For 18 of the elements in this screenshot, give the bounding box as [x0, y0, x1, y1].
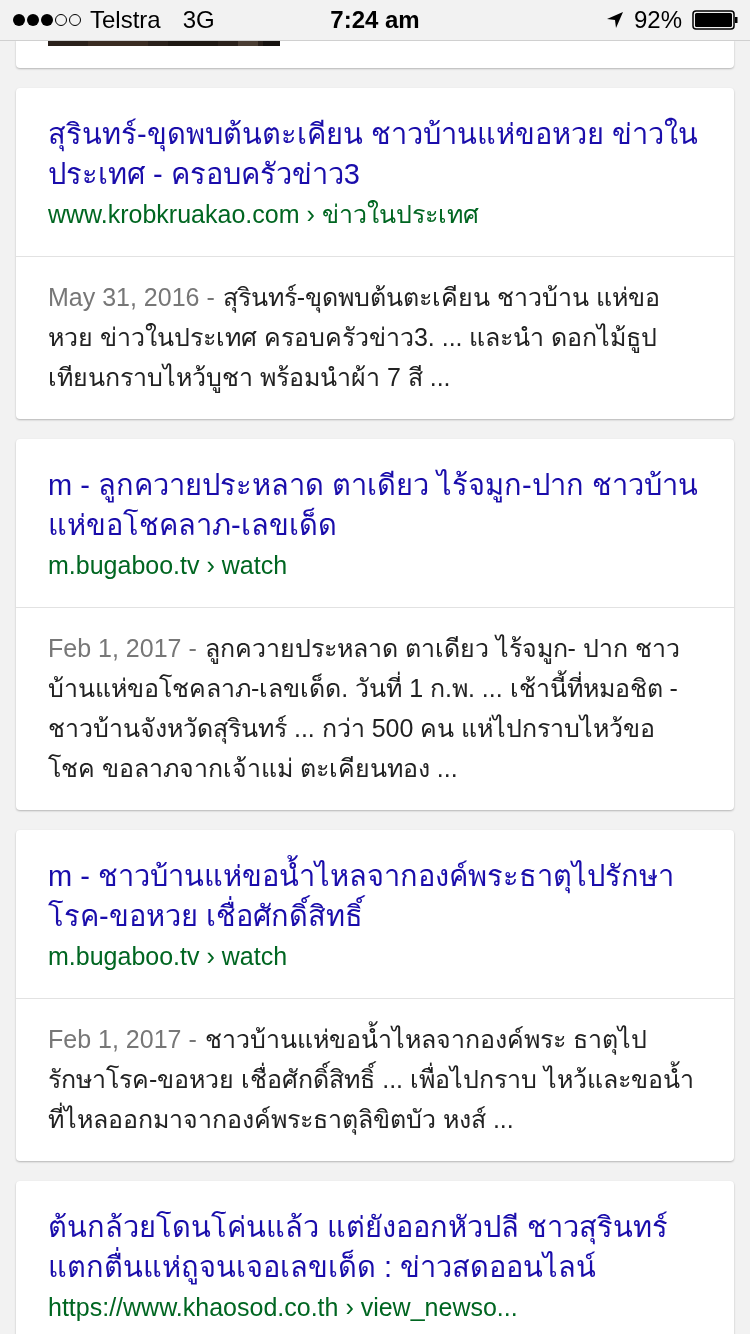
result-snippet: Feb 1, 2017 - ชาวบ้านแห่ขอน้ำไหลจากองค์พระ ธาตุไปรักษาโรค-ขอหวย เชื่อศักดิ์สิทธิ์ ... เพื่อไปกราบ ไหว้และขอน้ำที่ไหลออกมาจากองค์พระธาตุลิขิตบัว หงส์ ... — [16, 998, 734, 1161]
location-arrow-icon — [605, 11, 624, 29]
result-snippet: Feb 1, 2017 - ลูกควายประหลาด ตาเดียว ไร้จมูก- ปาก ชาวบ้านแห่ขอโชคลาภ-เลขเด็ด. วันที่ 1 ก.พ. ... เช้านี้ที่หมอชิต - ชาวบ้านจังหวัดสุรินทร์ ... กว่า 500 คน แห่ไปกราบไหว้ขอโชค ขอลาภจากเจ้าแม่ ตะเคียนทอง ... — [16, 607, 734, 810]
result-title-link[interactable]: ต้นกล้วยโดนโค่นแล้ว แต่ยังออกหัวปลี ชาวสุรินทร์แตกตื่นแห่ถูจนเจอเลขเด็ด : ข่าวสดออนไลน์ — [48, 1207, 702, 1287]
result-url: www.krobkruakao.com › ข่าวในประเทศ — [48, 199, 480, 230]
result-title-link[interactable]: สุรินทร์-ขุดพบต้นตะเคียน ชาวบ้านแห่ขอหวย ข่าวในประเทศ - ครอบครัวข่าว3 — [48, 114, 702, 194]
signal-icon — [12, 13, 82, 27]
network-type: 3G — [182, 6, 215, 34]
result-title-link[interactable]: m - ชาวบ้านแห่ขอน้ำไหลจากองค์พระธาตุไปรักษาโรค-ขอหวย เชื่อศักดิ์สิทธิ์ — [48, 856, 702, 936]
result-url: https://www.khaosod.co.th › view_newso... — [48, 1292, 519, 1323]
clock: 7:24 am — [330, 6, 420, 34]
carrier-name: Telstra — [90, 6, 161, 34]
result-title-link[interactable]: m - ลูกควายประหลาด ตาเดียว ไร้จมูก-ปาก ชาวบ้านแห่ขอโชคลาภ-เลขเด็ด — [48, 465, 702, 545]
battery-icon — [692, 10, 738, 30]
result-snippet: May 31, 2016 - สุรินทร์-ขุดพบต้นตะเคียน ชาวบ้าน แห่ขอหวย ข่าวในประเทศ ครอบครัวข่าว3. ... และนำ ดอกไม้ธูปเทียนกราบไหว้บูชา พร้อมนำผ้า 7 สี ... — [16, 256, 734, 419]
result-url: m.bugaboo.tv › watch — [48, 941, 289, 972]
result-url: m.bugaboo.tv › watch — [48, 550, 289, 581]
battery-percentage: 92% — [633, 6, 682, 34]
